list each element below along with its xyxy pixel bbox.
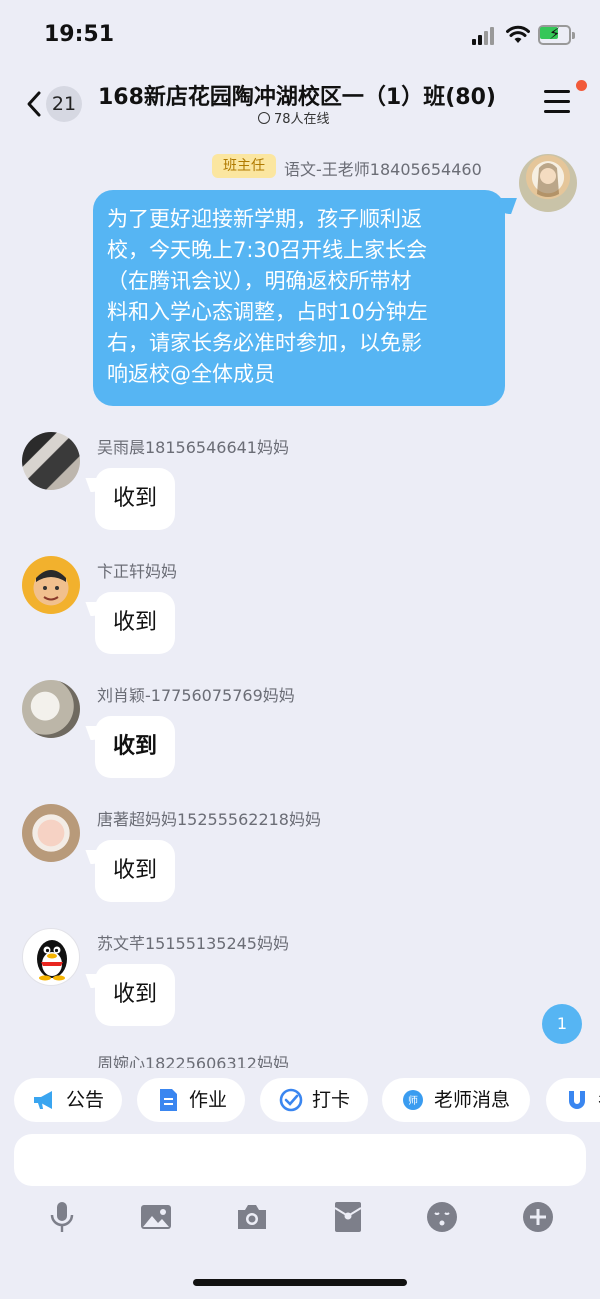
status-bar: 19:51 ⚡ [0,0,600,70]
checkin-chip[interactable]: 打卡 [260,1078,368,1122]
camera-icon[interactable] [236,1200,268,1234]
message-bubble[interactable]: 收到 [95,964,175,1026]
sender-name: 吴雨晨18156546641妈妈 [97,438,289,457]
cellular-signal-icon [472,27,498,45]
sender-name: 唐著超妈妈15255562218妈妈 [97,810,321,829]
battery-icon: ⚡ [538,24,576,45]
homework-chip[interactable]: 作业 [137,1078,245,1122]
online-count: 78人在线 [258,108,330,127]
avatar[interactable] [22,680,80,738]
role-tag: 班主任 [212,154,276,178]
message-line: 右，请家长务必准时参加，以免影 [107,331,422,355]
chat-header: 21 168新店花园陶冲湖校区一（1）班(80) 78人在线 [0,70,600,134]
teacher-messages-chip[interactable]: 师 老师消息 [382,1078,530,1122]
message-list[interactable]: 班主任 语文-王老师18405654460 为了更好迎接新学期，孩子顺利返 校，… [0,134,600,1068]
chip-label: 老师消息 [434,1089,511,1111]
svg-text:师: 师 [408,1094,418,1107]
megaphone-icon [34,1091,52,1109]
announcement-chip[interactable]: 公告 [14,1078,122,1122]
red-packet-icon[interactable] [332,1200,364,1234]
unread-chats-badge: 21 [46,86,82,122]
microphone-icon[interactable] [46,1200,78,1234]
message-bubble[interactable]: 收到 [95,840,175,902]
magnet-icon [569,1091,585,1109]
message-bubble[interactable]: 收到 [95,592,175,654]
message-line: 料和入学心态调整，占时10分钟左 [107,300,428,324]
back-button[interactable]: 21 [22,86,82,122]
teacher-icon: 师 [403,1090,423,1110]
sender-name: 刘肖颖-17756075769妈妈 [97,686,295,705]
chip-label: 打卡 [312,1089,351,1111]
message-line: 为了更好迎接新学期，孩子顺利返 [107,207,422,231]
group-title[interactable]: 168新店花园陶冲湖校区一（1）班(80) [98,79,528,111]
sender-name: 语文-王老师18405654460 [284,160,482,179]
unread-message-badge[interactable]: 1 [542,1004,582,1044]
chevron-left-icon [27,91,41,117]
avatar[interactable] [22,804,80,862]
message-line: 响返校@全体成员 [107,362,275,386]
image-icon[interactable] [140,1200,172,1234]
online-count-label: 78人在线 [274,112,330,127]
sender-name: 周婉心18225606312妈妈 [97,1054,289,1068]
composer [0,1132,600,1299]
quick-tools-bar[interactable]: 公告 作业 打卡 师 老师消息 考 [0,1068,600,1132]
message-bubble[interactable]: 为了更好迎接新学期，孩子顺利返 校，今天晚上7:30召开线上家长会 （在腾讯会议… [93,190,505,406]
message-bubble[interactable]: 收到 [95,716,175,778]
menu-notification-dot [576,80,587,91]
wifi-icon [506,25,530,43]
chip-label: 作业 [189,1089,228,1111]
avatar[interactable] [519,154,577,212]
home-indicator [193,1279,407,1286]
chip-label: 公告 [66,1089,105,1111]
exam-chip[interactable]: 考 [546,1078,600,1122]
avatar[interactable] [22,928,80,986]
online-status-icon [258,112,270,124]
plus-icon[interactable] [522,1200,554,1234]
message-bubble[interactable]: 收到 [95,468,175,530]
checkin-icon [279,1088,303,1112]
avatar[interactable] [22,556,80,614]
status-time: 19:51 [44,22,115,47]
menu-button[interactable] [544,90,572,114]
avatar[interactable] [22,432,80,490]
message-line: 校，今天晚上7:30召开线上家长会 [107,238,428,262]
message-line: （在腾讯会议），明确返校所带材 [107,269,412,293]
document-icon [160,1089,177,1111]
message-input[interactable] [14,1134,586,1186]
sender-name: 卞正轩妈妈 [97,562,178,581]
emoji-icon[interactable] [426,1200,458,1234]
penguin-icon [37,940,67,981]
sender-name: 苏文芊15155135245妈妈 [97,934,289,953]
